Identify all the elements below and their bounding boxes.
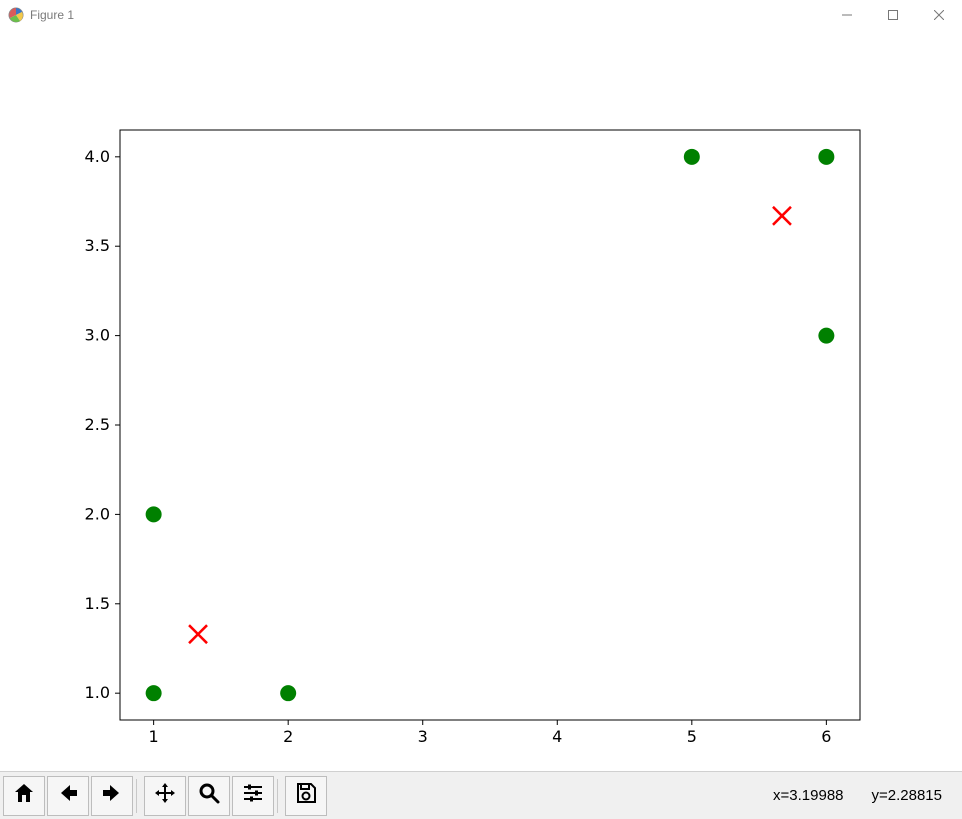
ytick-label: 3.5 <box>85 236 110 255</box>
save-icon <box>294 781 318 810</box>
xtick-label: 3 <box>418 727 428 746</box>
data-point-points <box>818 149 834 165</box>
cursor-coordinates: x=3.19988 y=2.28815 <box>773 787 942 804</box>
home-icon <box>12 781 36 810</box>
back-button[interactable] <box>47 776 89 816</box>
data-point-points <box>818 328 834 344</box>
window-titlebar: Figure 1 <box>0 0 962 31</box>
data-point-points <box>684 149 700 165</box>
arrow-right-icon <box>100 781 124 810</box>
pan-button[interactable] <box>144 776 186 816</box>
minimize-button[interactable] <box>824 0 870 30</box>
configure-subplots-button[interactable] <box>232 776 274 816</box>
data-point-centroids <box>773 207 791 225</box>
ytick-label: 3.0 <box>85 326 110 345</box>
ytick-label: 4.0 <box>85 147 110 166</box>
forward-button[interactable] <box>91 776 133 816</box>
xtick-label: 2 <box>283 727 293 746</box>
plot-svg: 1 2 3 4 5 6 1.0 1.5 2.0 2.5 3.0 3.5 4.0 <box>0 30 962 772</box>
data-point-points <box>280 685 296 701</box>
cursor-y: y=2.28815 <box>872 787 942 804</box>
toolbar-separator <box>136 779 137 813</box>
close-button[interactable] <box>916 0 962 30</box>
zoom-icon <box>197 781 221 810</box>
xtick-label: 6 <box>821 727 831 746</box>
xtick-label: 4 <box>552 727 562 746</box>
app-icon <box>8 7 24 23</box>
sliders-icon <box>241 781 265 810</box>
ytick-label: 2.5 <box>85 415 110 434</box>
axes-box <box>120 130 860 720</box>
zoom-button[interactable] <box>188 776 230 816</box>
window-controls <box>824 0 962 30</box>
matplotlib-toolbar: x=3.19988 y=2.28815 <box>0 771 962 819</box>
maximize-button[interactable] <box>870 0 916 30</box>
data-point-points <box>146 506 162 522</box>
window-title: Figure 1 <box>30 8 74 22</box>
cursor-x: x=3.19988 <box>773 787 843 804</box>
save-button[interactable] <box>285 776 327 816</box>
ytick-label: 1.5 <box>85 594 110 613</box>
arrow-left-icon <box>56 781 80 810</box>
xtick-label: 5 <box>687 727 697 746</box>
xtick-label: 1 <box>149 727 159 746</box>
data-point-centroids <box>189 625 207 643</box>
ytick-label: 1.0 <box>85 683 110 702</box>
figure-canvas[interactable]: 1 2 3 4 5 6 1.0 1.5 2.0 2.5 3.0 3.5 4.0 <box>0 30 962 772</box>
toolbar-separator <box>277 779 278 813</box>
move-icon <box>153 781 177 810</box>
home-button[interactable] <box>3 776 45 816</box>
ytick-label: 2.0 <box>85 504 110 523</box>
data-point-points <box>146 685 162 701</box>
